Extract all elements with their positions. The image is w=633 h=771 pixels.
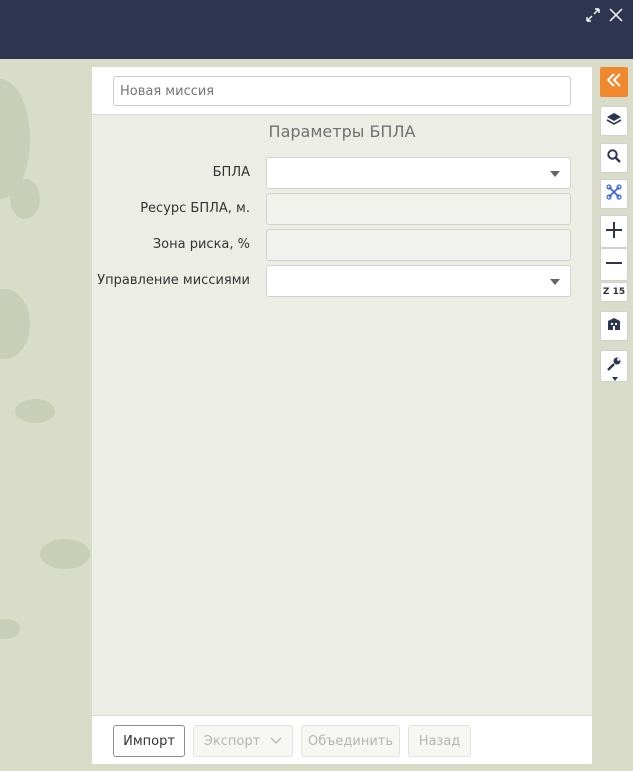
row-uav-resource: Ресурс БПЛА, м. <box>92 193 592 225</box>
zoom-in-button[interactable] <box>600 215 628 248</box>
row-mission-control: Управление миссиями <box>92 265 592 297</box>
chevron-down-icon <box>550 279 560 285</box>
panel-footer: Импорт Экспорт Объединить Назад <box>92 715 592 764</box>
mission-panel: Параметры БПЛА БПЛА Ресурс БПЛА, м. Зона… <box>92 67 592 764</box>
chevron-down-icon <box>550 171 560 177</box>
uav-select[interactable] <box>266 157 571 189</box>
expand-icon[interactable] <box>584 6 602 24</box>
drone-icon <box>606 184 622 204</box>
section-title: Параметры БПЛА <box>268 122 416 141</box>
mission-name-input[interactable] <box>113 76 571 106</box>
window-header <box>0 0 633 59</box>
back-button[interactable]: Назад <box>408 725 471 757</box>
chevron-down-icon <box>612 377 618 381</box>
uav-resource-field <box>266 193 571 225</box>
export-label: Экспорт <box>203 733 261 749</box>
collapse-icon <box>605 72 623 92</box>
tools-button[interactable] <box>600 350 628 382</box>
building-icon <box>606 316 622 336</box>
zoom-in-icon <box>605 221 623 243</box>
zoom-out-icon <box>605 254 623 276</box>
row-risk-zone: Зона риска, % <box>92 229 592 261</box>
search-icon <box>606 148 622 168</box>
layers-icon <box>606 111 622 131</box>
export-button[interactable]: Экспорт <box>193 725 293 757</box>
risk-zone-field <box>266 229 571 261</box>
collapse-button[interactable] <box>600 67 628 97</box>
buildings-button[interactable] <box>600 311 628 341</box>
row-uav: БПЛА <box>92 157 592 189</box>
zoom-out-button[interactable] <box>600 248 628 281</box>
panel-header <box>92 67 592 115</box>
wrench-icon <box>606 356 622 376</box>
search-button[interactable] <box>600 143 628 173</box>
risk-zone-label: Зона риска, % <box>152 237 250 252</box>
uav-resource-label: Ресурс БПЛА, м. <box>140 201 250 216</box>
uav-label: БПЛА <box>212 165 250 180</box>
import-button[interactable]: Импорт <box>113 725 185 757</box>
zoom-level-label: Z 15 <box>600 282 628 302</box>
merge-button[interactable]: Объединить <box>301 725 400 757</box>
mission-control-label: Управление миссиями <box>97 273 250 288</box>
layers-button[interactable] <box>600 106 628 136</box>
chevron-down-icon <box>270 734 282 749</box>
mission-control-select[interactable] <box>266 265 571 297</box>
close-icon[interactable] <box>607 6 625 24</box>
drone-button[interactable] <box>600 179 628 209</box>
